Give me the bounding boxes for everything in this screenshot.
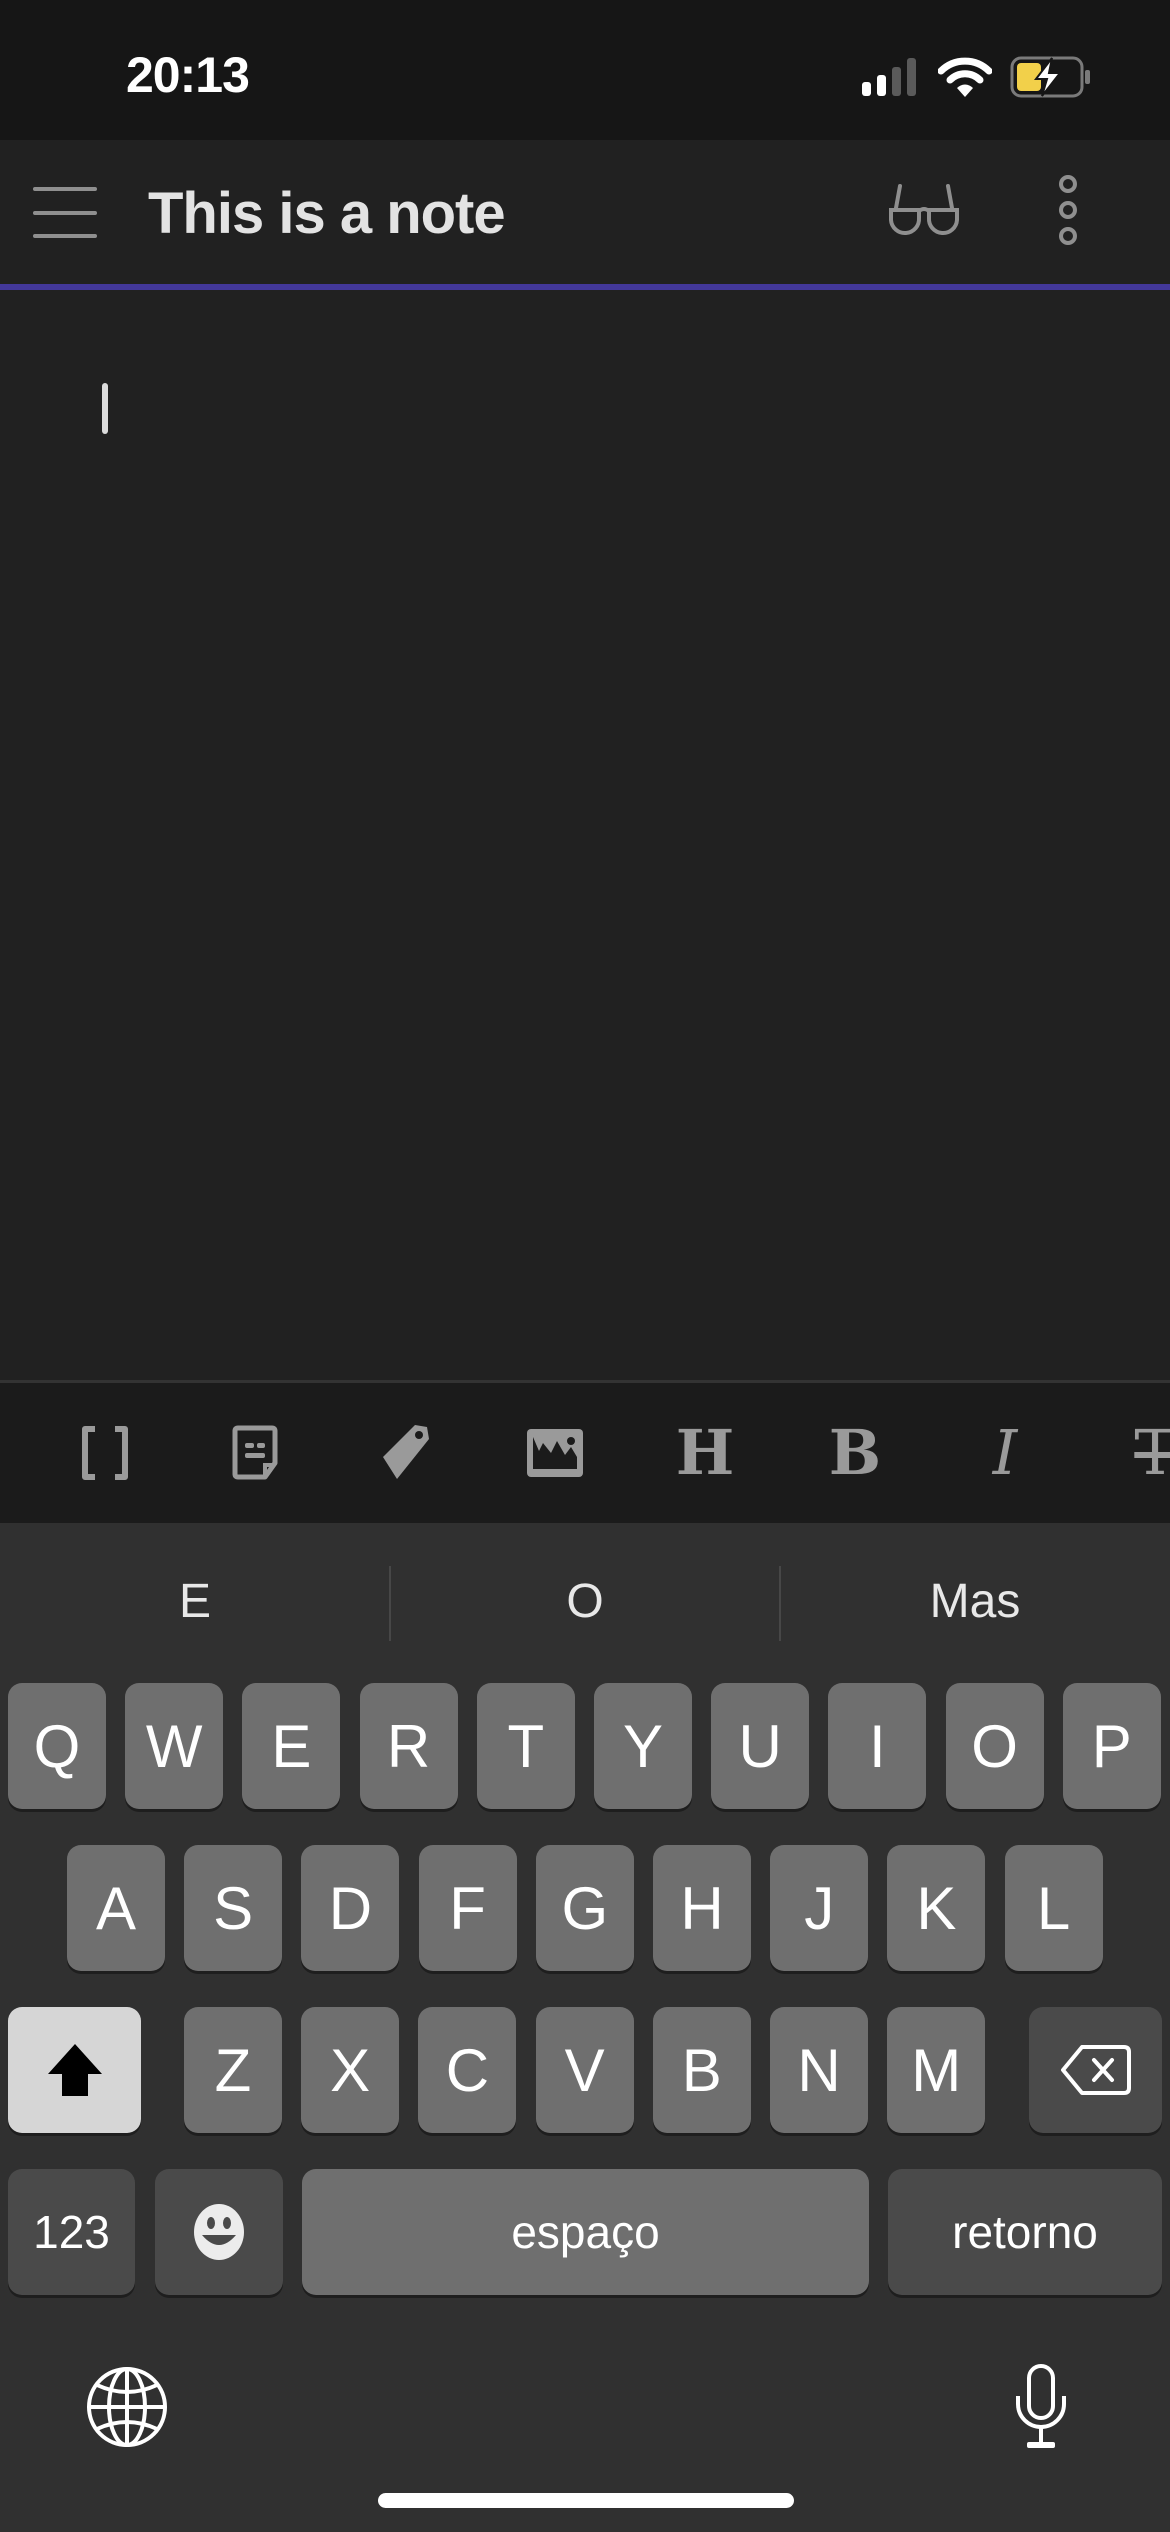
insert-template-button[interactable] bbox=[220, 1418, 290, 1488]
key-c[interactable]: C bbox=[418, 2007, 517, 2133]
key-t[interactable]: T bbox=[476, 1683, 575, 1809]
wifi-icon bbox=[938, 57, 992, 97]
shift-icon bbox=[47, 2044, 102, 2096]
suggestion-3[interactable]: Mas bbox=[780, 1523, 1170, 1680]
backspace-key[interactable] bbox=[1029, 2007, 1162, 2133]
key-h[interactable]: H bbox=[653, 1845, 751, 1971]
reading-mode-button[interactable] bbox=[886, 180, 962, 238]
tag-icon bbox=[383, 1425, 429, 1479]
key-u[interactable]: U bbox=[711, 1683, 810, 1809]
key-n[interactable]: N bbox=[770, 2007, 868, 2133]
italic-icon: I bbox=[992, 1416, 1018, 1489]
heading-icon: H bbox=[675, 1416, 735, 1489]
key-k[interactable]: K bbox=[887, 1845, 986, 1971]
italic-button[interactable]: I bbox=[970, 1418, 1040, 1488]
key-o[interactable]: O bbox=[945, 1683, 1044, 1809]
key-e[interactable]: E bbox=[242, 1683, 341, 1809]
status-time: 20:13 bbox=[126, 47, 250, 103]
key-b[interactable]: B bbox=[652, 2007, 751, 2133]
key-s[interactable]: S bbox=[184, 1845, 283, 1971]
battery-charging-icon bbox=[1010, 56, 1090, 98]
suggestion-1[interactable]: E bbox=[0, 1523, 390, 1680]
microphone-icon bbox=[1016, 2364, 1066, 2448]
more-options-button[interactable] bbox=[1050, 172, 1086, 248]
numbers-key[interactable]: 123 bbox=[8, 2169, 135, 2295]
home-indicator[interactable] bbox=[378, 2493, 794, 2508]
globe-icon bbox=[87, 2367, 167, 2447]
insert-link-button[interactable] bbox=[70, 1418, 140, 1488]
key-i[interactable]: I bbox=[828, 1683, 927, 1809]
status-bar: 20:13 bbox=[0, 0, 1170, 140]
wikilink-brackets-icon bbox=[82, 1426, 128, 1480]
key-r[interactable]: R bbox=[359, 1683, 458, 1809]
microphone-button[interactable] bbox=[996, 2362, 1086, 2452]
key-z[interactable]: Z bbox=[184, 2007, 282, 2133]
key-l[interactable]: L bbox=[1004, 1845, 1103, 1971]
strikethrough-button[interactable]: T bbox=[1120, 1418, 1170, 1488]
key-d[interactable]: D bbox=[301, 1845, 400, 1971]
shift-key[interactable] bbox=[8, 2007, 141, 2133]
cellular-signal-icon bbox=[862, 58, 916, 96]
glasses-icon bbox=[889, 184, 959, 236]
insert-tag-button[interactable] bbox=[370, 1418, 440, 1488]
status-icons bbox=[862, 56, 1092, 98]
hamburger-menu-icon bbox=[33, 187, 97, 191]
strikethrough-icon: T bbox=[1134, 1416, 1170, 1489]
key-p[interactable]: P bbox=[1062, 1683, 1161, 1809]
globe-button[interactable] bbox=[82, 2362, 172, 2452]
key-m[interactable]: M bbox=[887, 2007, 986, 2133]
key-y[interactable]: Y bbox=[594, 1683, 692, 1809]
key-f[interactable]: F bbox=[418, 1845, 517, 1971]
insert-image-button[interactable] bbox=[520, 1418, 590, 1488]
key-x[interactable]: X bbox=[301, 2007, 400, 2133]
menu-button[interactable] bbox=[30, 187, 100, 239]
note-title[interactable]: This is a note bbox=[148, 180, 506, 247]
image-icon bbox=[527, 1429, 583, 1477]
key-v[interactable]: V bbox=[535, 2007, 634, 2133]
key-a[interactable]: A bbox=[67, 1845, 165, 1971]
bold-icon: B bbox=[828, 1416, 882, 1489]
emoji-icon bbox=[194, 2204, 244, 2260]
backspace-icon bbox=[1060, 2045, 1131, 2095]
text-cursor bbox=[102, 383, 108, 434]
note-editor[interactable] bbox=[0, 290, 1170, 1380]
more-vertical-icon bbox=[1059, 175, 1077, 245]
emoji-key[interactable] bbox=[155, 2169, 283, 2295]
space-key[interactable]: espaço bbox=[302, 2169, 869, 2295]
key-w[interactable]: W bbox=[125, 1683, 224, 1809]
formatting-toolbar: H B I T bbox=[0, 1383, 1170, 1523]
heading-button[interactable]: H bbox=[670, 1418, 740, 1488]
note-template-icon bbox=[232, 1425, 278, 1480]
suggestion-2[interactable]: O bbox=[390, 1523, 780, 1680]
key-g[interactable]: G bbox=[535, 1845, 634, 1971]
return-key[interactable]: retorno bbox=[888, 2169, 1162, 2295]
key-q[interactable]: Q bbox=[8, 1683, 106, 1809]
bold-button[interactable]: B bbox=[820, 1418, 890, 1488]
key-j[interactable]: J bbox=[770, 1845, 869, 1971]
